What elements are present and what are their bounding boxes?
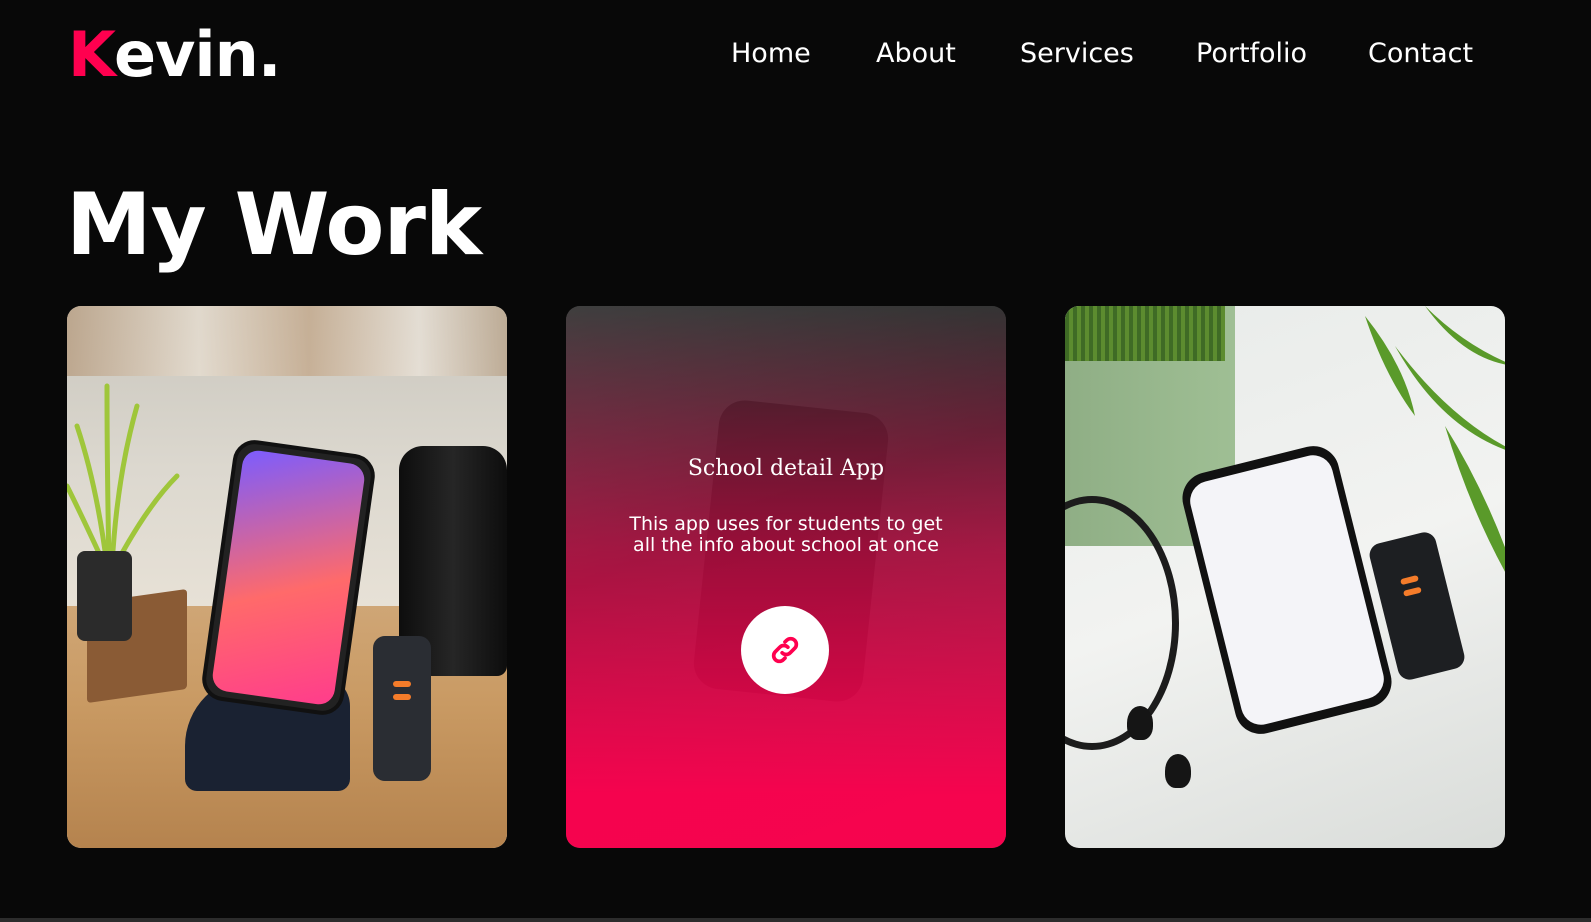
nav-link-services[interactable]: Services [1020, 36, 1134, 72]
logo-initial: K [68, 18, 115, 91]
nav-link-home[interactable]: Home [731, 36, 811, 72]
portfolio-card-3[interactable] [1065, 306, 1505, 848]
portfolio-card-1[interactable] [67, 306, 507, 848]
nav-link-portfolio[interactable]: Portfolio [1196, 36, 1307, 72]
project-title: School detail App [687, 456, 885, 481]
nav-link-about[interactable]: About [876, 36, 956, 72]
project-link-button[interactable] [741, 606, 829, 694]
logo[interactable]: Kevin. [68, 18, 281, 92]
link-icon [771, 636, 799, 664]
card-overlay [566, 306, 1006, 848]
project-description: This app uses for students to get all th… [629, 513, 943, 556]
logo-text: evin. [113, 18, 281, 91]
nav-link-contact[interactable]: Contact [1368, 36, 1473, 72]
section-title: My Work [66, 174, 482, 275]
bottom-divider [0, 918, 1591, 922]
portfolio-card-2[interactable]: School detail App This app uses for stud… [566, 306, 1006, 848]
